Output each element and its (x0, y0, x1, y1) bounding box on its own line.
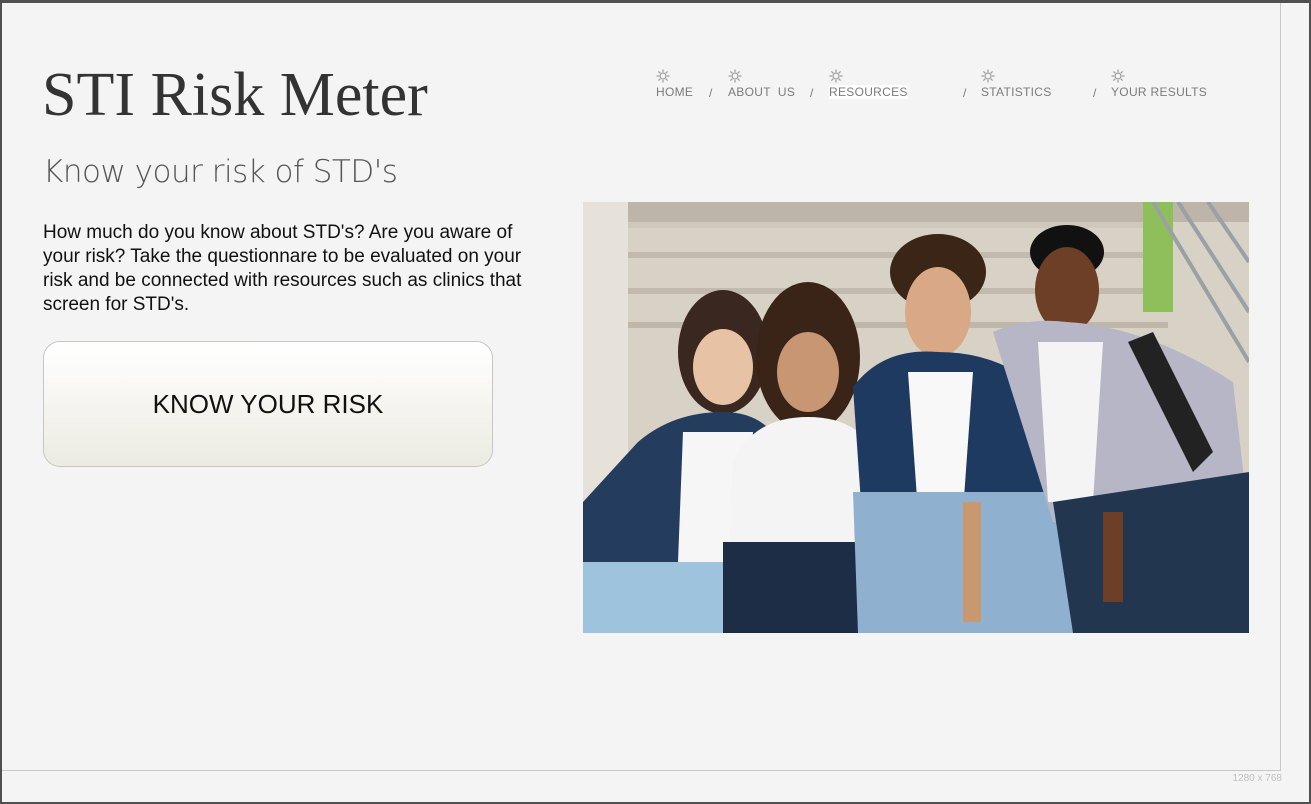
nav-separator: / (1093, 86, 1097, 100)
nav-item-about-us[interactable]: ABOUT US (728, 69, 795, 99)
hero-photo (583, 202, 1249, 633)
nav-separator: / (963, 86, 967, 100)
window-frame-left (0, 0, 2, 804)
nav-item-your-results[interactable]: YOUR RESULTS (1111, 69, 1207, 99)
gear-icon (728, 69, 742, 83)
canvas-size-label: 1280 x 768 (1232, 773, 1283, 784)
nav-separator: / (810, 86, 814, 100)
nav-label-home: HOME (656, 85, 694, 99)
page-subtitle: Know your risk of STD's (43, 154, 398, 190)
nav-item-resources[interactable]: RESOURCES (829, 69, 908, 99)
nav-label-statistics: STATISTICS (981, 85, 1052, 99)
canvas-edge-right (1280, 3, 1281, 770)
gear-icon (656, 69, 670, 83)
know-your-risk-button[interactable]: KNOW YOUR RISK (43, 341, 493, 467)
gear-icon (829, 69, 843, 83)
site-title: STI Risk Meter (42, 61, 428, 129)
nav-item-statistics[interactable]: STATISTICS (981, 69, 1052, 99)
nav-separator: / (709, 86, 713, 100)
nav-label-about-us: ABOUT US (728, 85, 796, 99)
nav-label-your-results: YOUR RESULTS (1111, 85, 1208, 99)
gear-icon (981, 69, 995, 83)
nav-label-resources: RESOURCES (829, 85, 908, 99)
canvas-edge-bottom (2, 770, 1281, 771)
nav-item-home[interactable]: HOME (656, 69, 693, 99)
gear-icon (1111, 69, 1125, 83)
intro-text: How much do you know about STD's? Are yo… (43, 222, 522, 315)
window-frame-top (0, 0, 1311, 3)
